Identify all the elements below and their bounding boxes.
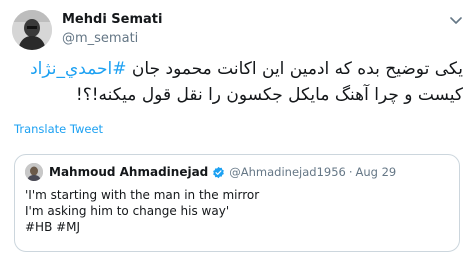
quoted-text-line: 'I'm starting with the man in the mirror bbox=[25, 188, 260, 202]
separator-dot: · bbox=[348, 165, 353, 179]
quoted-tweet-text: 'I'm starting with the man in the mirror… bbox=[25, 187, 449, 235]
author-display-name[interactable]: Mehdi Semati bbox=[62, 12, 162, 28]
tweet-text-before: یکی توضیح بده که ادمین این اکانت محمود ج… bbox=[126, 59, 463, 79]
quoted-author-avatar[interactable] bbox=[25, 163, 43, 181]
quoted-tweet-date[interactable]: Aug 29 bbox=[356, 165, 397, 179]
verified-badge-icon bbox=[213, 166, 225, 178]
quoted-tweet[interactable]: Mahmoud Ahmadinejad @Ahmadinejad1956 · A… bbox=[14, 154, 460, 252]
author-avatar[interactable] bbox=[12, 10, 52, 50]
translate-tweet-link[interactable]: Translate Tweet bbox=[14, 122, 103, 136]
quoted-author-display-name[interactable]: Mahmoud Ahmadinejad bbox=[49, 165, 208, 179]
quoted-text-line: I'm asking him to change his way' bbox=[25, 204, 230, 218]
tweet-text-after: کیست و چرا آهنگ مایکل جکسون را نقل قول م… bbox=[75, 85, 463, 105]
author-handle[interactable]: @m_semati bbox=[62, 30, 162, 48]
quoted-author-handle[interactable]: @Ahmadinejad1956 bbox=[229, 165, 346, 179]
tweet-text: یکی توضیح بده که ادمین این اکانت محمود ج… bbox=[14, 56, 463, 108]
chevron-down-icon[interactable] bbox=[449, 14, 463, 28]
quoted-hashtags[interactable]: #HB #MJ bbox=[25, 219, 449, 235]
hashtag-link[interactable]: #احمدي_نژاد bbox=[30, 59, 126, 79]
